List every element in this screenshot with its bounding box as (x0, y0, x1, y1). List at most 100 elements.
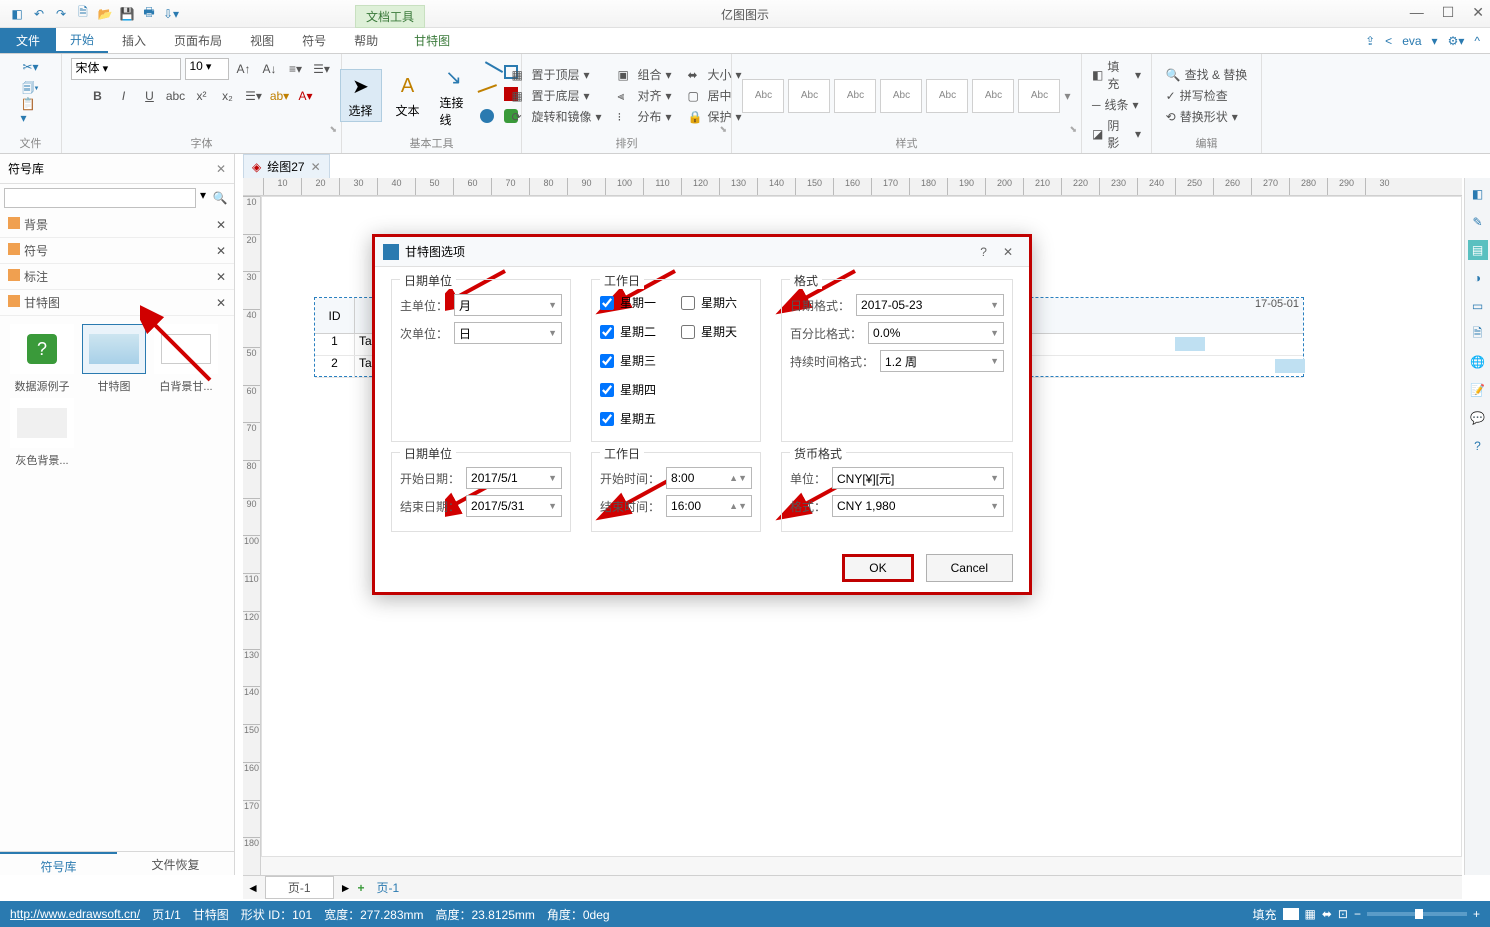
minimize-button[interactable]: — (1410, 4, 1424, 21)
send-back[interactable]: ▦置于底层▾ (511, 87, 601, 104)
expand-icon[interactable]: ⬊ (1069, 124, 1077, 135)
color-palette-strip[interactable] (290, 885, 1350, 899)
tab-page-layout[interactable]: 页面布局 (160, 28, 236, 53)
font-family-select[interactable]: 宋体 ▾ (71, 58, 181, 80)
print-icon[interactable]: 🖶 (140, 5, 158, 23)
tab-home[interactable]: 开始 (56, 28, 108, 53)
help-button[interactable]: ? (972, 245, 995, 259)
group[interactable]: ▣组合▾ (617, 66, 671, 83)
zoom-out-button[interactable]: − (1354, 907, 1361, 921)
maximize-button[interactable]: ☐ (1442, 4, 1455, 21)
underline-button[interactable]: U (139, 86, 161, 106)
outline-icon[interactable]: ▭ (1468, 296, 1488, 316)
chk-thu[interactable] (600, 383, 614, 397)
line-button[interactable]: ─线条▾ (1092, 96, 1139, 113)
line-spacing-icon[interactable]: ☰▾ (243, 86, 265, 106)
tab-view[interactable]: 视图 (236, 28, 288, 53)
comment-icon[interactable]: 💬 (1468, 408, 1488, 428)
collapse-ribbon-icon[interactable]: ^ (1474, 34, 1480, 48)
category-item[interactable]: 符号✕ (0, 238, 234, 264)
replace-shape[interactable]: ⟲替换形状▾ (1166, 108, 1238, 125)
start-time-select[interactable]: 8:00▲▼ (666, 467, 752, 489)
style-card[interactable]: Abc (972, 79, 1014, 113)
thumb-item[interactable]: 灰色背景... (8, 398, 76, 468)
bold-button[interactable]: B (87, 86, 109, 106)
align-menu-icon[interactable]: ≡▾ (285, 59, 307, 79)
format-icon[interactable]: ◧ (1468, 184, 1488, 204)
gantt-bar[interactable] (1275, 359, 1305, 373)
tab-symbol[interactable]: 符号 (288, 28, 340, 53)
thumb-item[interactable]: ?数据源例子 (8, 324, 76, 394)
redo-icon[interactable]: ↷ (52, 5, 70, 23)
expand-icon[interactable]: ⬊ (329, 124, 337, 135)
style-gallery[interactable]: Abc Abc Abc Abc Abc Abc Abc ▾ (742, 79, 1070, 113)
start-date-select[interactable]: 2017/5/1▼ (466, 467, 562, 489)
close-icon[interactable]: ✕ (216, 244, 226, 258)
tab-insert[interactable]: 插入 (108, 28, 160, 53)
style-card[interactable]: Abc (1018, 79, 1060, 113)
close-window-button[interactable]: ✕ (1472, 4, 1484, 21)
chk-wed[interactable] (600, 354, 614, 368)
expand-icon[interactable]: ⬊ (719, 124, 727, 135)
gallery-more-icon[interactable]: ▾ (1064, 89, 1070, 103)
globe-icon[interactable]: 🌐 (1468, 352, 1488, 372)
currency-format-select[interactable]: CNY 1,980▼ (832, 495, 1004, 517)
document-tab[interactable]: ◈ 绘图27 ✕ (243, 154, 330, 178)
superscript-button[interactable]: x² (191, 86, 213, 106)
help-icon[interactable]: ? (1468, 436, 1488, 456)
user-dropdown-icon[interactable]: ▾ (1432, 34, 1438, 48)
shadow-button[interactable]: ◪阴影▾ (1092, 117, 1141, 151)
select-tool[interactable]: ➤选择 (340, 69, 382, 122)
close-tab-icon[interactable]: ✕ (311, 160, 321, 174)
category-item[interactable]: 标注✕ (0, 264, 234, 290)
zoom-in-button[interactable]: + (1473, 907, 1480, 921)
gantt-bar[interactable] (1175, 337, 1205, 351)
page-width-icon[interactable]: ⬌ (1322, 907, 1332, 921)
share-icon[interactable]: ⇪ (1365, 34, 1375, 48)
status-url[interactable]: http://www.edrawsoft.cn/ (10, 907, 140, 921)
search-icon[interactable]: 🔍 (210, 188, 230, 208)
category-item[interactable]: 背景✕ (0, 212, 234, 238)
panel-close-icon[interactable]: ✕ (216, 162, 226, 176)
find-replace[interactable]: 🔍查找 & 替换 (1166, 66, 1248, 83)
align[interactable]: ⫷对齐▾ (617, 87, 671, 104)
bring-front[interactable]: ▦置于顶层▾ (511, 66, 601, 83)
export-icon[interactable]: ⇩▾ (162, 5, 180, 23)
tab-help[interactable]: 帮助 (340, 28, 392, 53)
pen-icon[interactable]: ✎ (1468, 212, 1488, 232)
increase-font-icon[interactable]: A↑ (233, 59, 255, 79)
page-icon[interactable]: 🗎 (1468, 324, 1488, 344)
undo-icon[interactable]: ↶ (30, 5, 48, 23)
category-item[interactable]: 甘特图✕ (0, 290, 234, 316)
tab-context-gantt[interactable]: 甘特图 (400, 28, 464, 53)
font-size-select[interactable]: 10 ▾ (185, 58, 229, 80)
paste-icon[interactable]: 📋▾ (21, 102, 41, 120)
open-icon[interactable]: 📂 (96, 5, 114, 23)
decrease-font-icon[interactable]: A↓ (259, 59, 281, 79)
user-name[interactable]: eva (1402, 34, 1421, 48)
thumb-item[interactable]: 白背景甘... (152, 324, 220, 394)
search-input[interactable] (4, 188, 196, 208)
connector-tool[interactable]: ↘连接线 (434, 62, 474, 130)
view-mode-icon[interactable]: ▦ (1305, 907, 1316, 921)
fill-button[interactable]: ◧填充▾ (1092, 58, 1141, 92)
close-icon[interactable]: ✕ (216, 270, 226, 284)
btab-library[interactable]: 符号库 (0, 852, 117, 875)
end-time-select[interactable]: 16:00▲▼ (666, 495, 752, 517)
ok-button[interactable]: OK (842, 554, 913, 582)
end-date-select[interactable]: 2017/5/31▼ (466, 495, 562, 517)
style-card[interactable]: Abc (742, 79, 784, 113)
link-icon[interactable]: < (1385, 34, 1392, 48)
rotate-mirror[interactable]: ⟳旋转和镜像▾ (511, 108, 601, 125)
curve-icon[interactable] (477, 84, 502, 108)
chk-sun[interactable] (681, 325, 695, 339)
new-icon[interactable]: 🗎 (74, 5, 92, 23)
bullet-icon[interactable]: ☰▾ (311, 59, 333, 79)
zoom-slider[interactable] (1367, 912, 1467, 916)
percent-format-select[interactable]: 0.0%▼ (868, 322, 1004, 344)
highlight-icon[interactable]: ab▾ (269, 86, 291, 106)
italic-button[interactable]: I (113, 86, 135, 106)
prev-page-icon[interactable]: ◄ (247, 881, 259, 895)
chk-tue[interactable] (600, 325, 614, 339)
note-icon[interactable]: 📝 (1468, 380, 1488, 400)
